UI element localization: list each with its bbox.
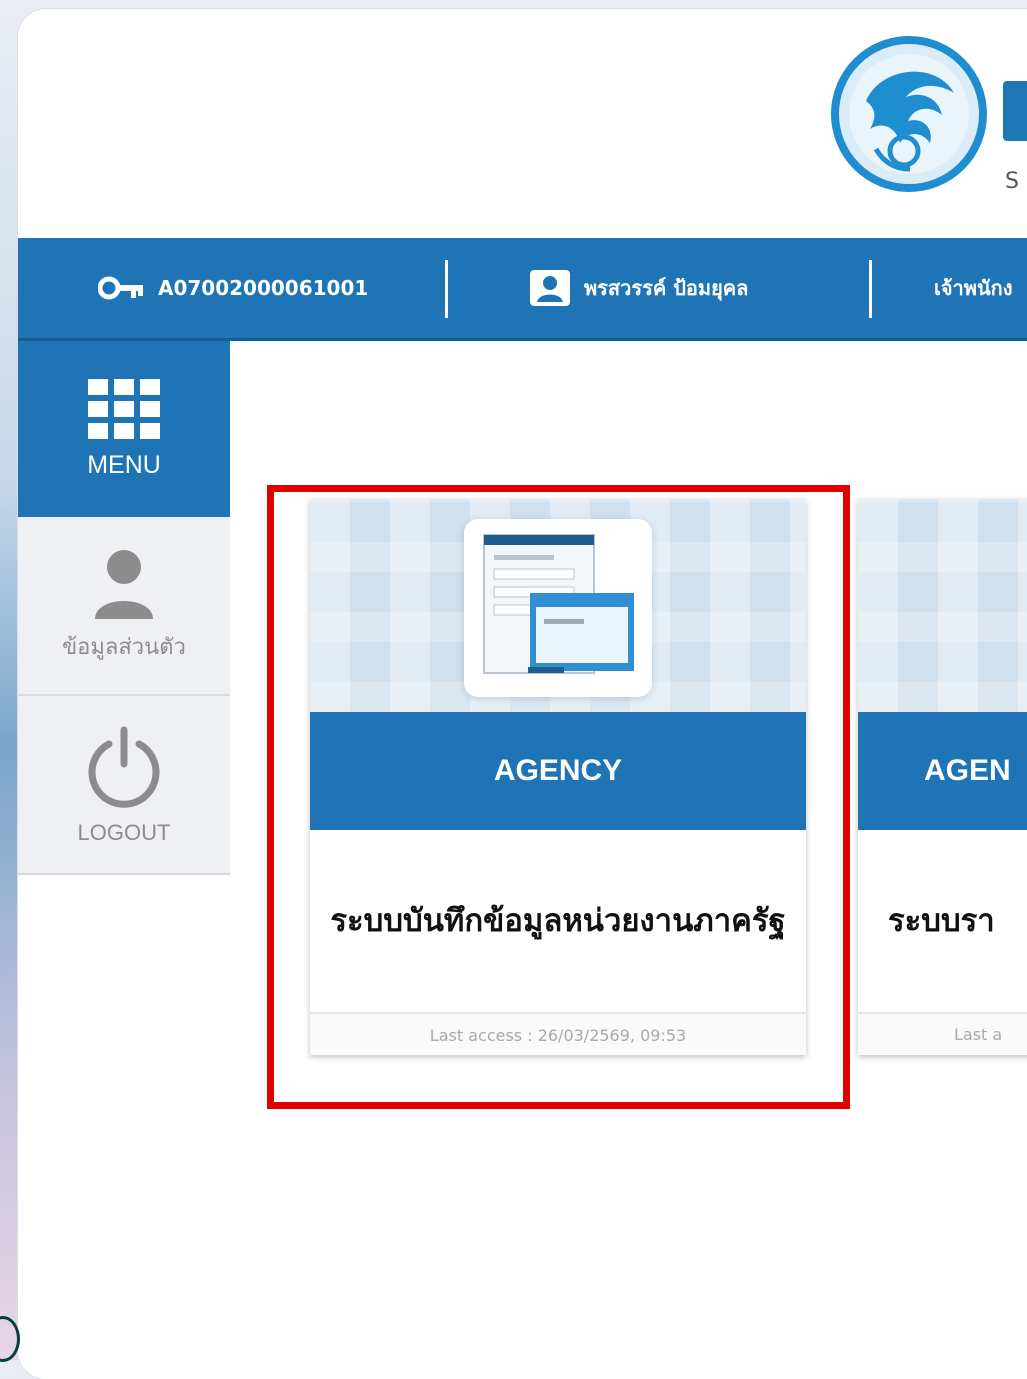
agency-card-2[interactable]: AGEN ระบบรา Last a bbox=[858, 499, 1027, 1055]
key-icon bbox=[98, 276, 143, 300]
logo-wordmark-fragment bbox=[1003, 81, 1027, 141]
position-item: เจ้าพนักง bbox=[934, 238, 1013, 338]
profile-label: ข้อมูลส่วนตัว bbox=[62, 634, 186, 659]
app-window: S A07002000061001 พรสวรรค์ ป้อมยุคล เจ้า… bbox=[18, 9, 1027, 1379]
user-name-item: พรสวรรค์ ป้อมยุคล bbox=[530, 238, 748, 338]
card-description: ระบบรา bbox=[888, 902, 995, 939]
person-icon bbox=[95, 550, 153, 619]
logo-subtext-fragment: S bbox=[1005, 169, 1019, 194]
position-text: เจ้าพนักง bbox=[934, 276, 1013, 300]
user-card-icon bbox=[530, 270, 570, 306]
separator bbox=[445, 260, 448, 318]
grid-menu-icon bbox=[88, 378, 160, 439]
card-title: AGEN bbox=[858, 712, 1027, 830]
user-code-text: A07002000061001 bbox=[158, 276, 369, 300]
sidebar: MENU ข้อมูลส่วนตัว LOGOUT bbox=[18, 341, 230, 875]
top-info-bar: A07002000061001 พรสวรรค์ ป้อมยุคล เจ้าพน… bbox=[18, 238, 1027, 341]
card-last-access: Last a bbox=[858, 1012, 1027, 1054]
logout-button[interactable]: LOGOUT bbox=[18, 696, 230, 875]
corner-ring-icon bbox=[0, 1316, 20, 1362]
profile-button[interactable]: ข้อมูลส่วนตัว bbox=[18, 517, 230, 696]
card-banner bbox=[858, 499, 1027, 712]
user-code-item: A07002000061001 bbox=[98, 238, 368, 338]
logout-label: LOGOUT bbox=[77, 819, 171, 845]
menu-button[interactable]: MENU bbox=[18, 341, 230, 517]
separator bbox=[869, 260, 872, 318]
bank-logo-icon bbox=[831, 36, 987, 192]
user-name-text: พรสวรรค์ ป้อมยุคล bbox=[584, 276, 749, 300]
menu-label: MENU bbox=[87, 450, 161, 479]
highlight-box bbox=[267, 485, 850, 1109]
power-icon bbox=[88, 726, 160, 808]
